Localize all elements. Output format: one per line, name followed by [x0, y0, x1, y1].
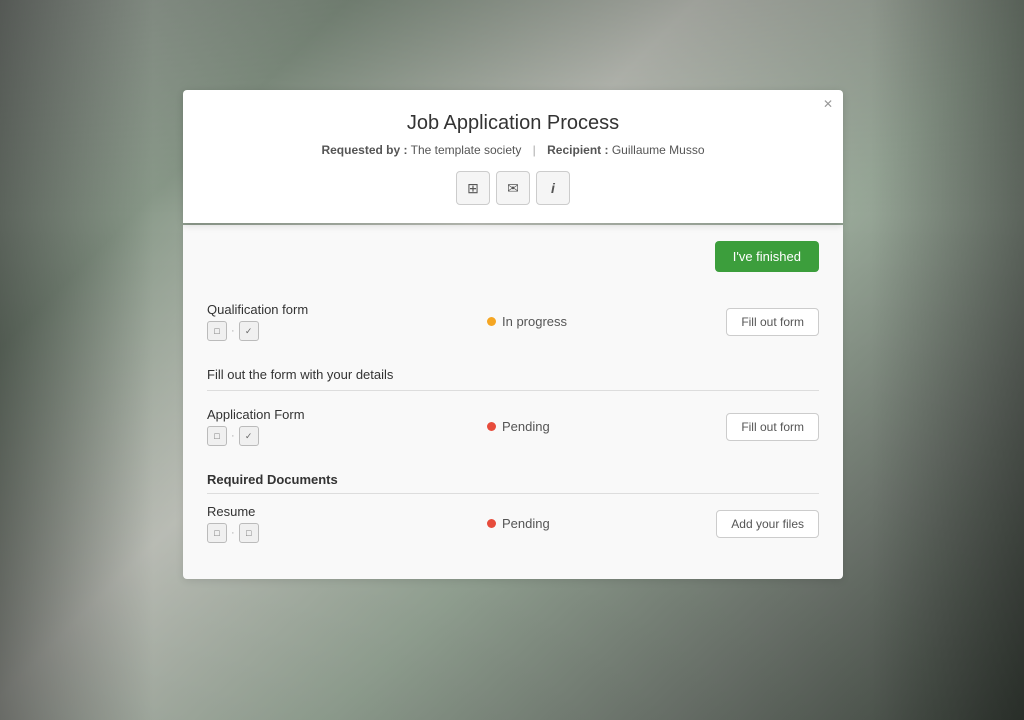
qualification-status-label: In progress: [502, 314, 567, 329]
application-status: Pending: [487, 419, 689, 434]
requested-by-label: Requested by :: [321, 143, 407, 157]
icon-sep-3: ·: [231, 527, 235, 539]
info-icon-button[interactable]: i: [536, 171, 570, 205]
application-fill-form-button[interactable]: Fill out form: [726, 413, 819, 441]
application-icon-1[interactable]: □: [207, 426, 227, 446]
qualification-form-left: Qualification form □ · ✓: [207, 302, 487, 341]
qualification-form-item: Qualification form □ · ✓ In progress Fil…: [207, 292, 819, 353]
application-status-label: Pending: [502, 419, 550, 434]
qualification-status-dot: [487, 317, 496, 326]
resume-icons: □ · □: [207, 523, 487, 543]
body-card: I've finished Qualification form □ · ✓ I…: [183, 225, 843, 579]
resume-icon-2[interactable]: □: [239, 523, 259, 543]
qualification-section-header: Fill out the form with your details: [207, 353, 819, 397]
modal-title: Job Application Process: [207, 112, 819, 135]
close-button[interactable]: ✕: [823, 98, 833, 110]
recipient-label: Recipient :: [547, 143, 608, 157]
requested-by-value: The template society: [411, 143, 522, 157]
modal-subtitle: Requested by : The template society | Re…: [207, 143, 819, 157]
resume-add-files-button[interactable]: Add your files: [716, 510, 819, 538]
resume-status: Pending: [487, 516, 689, 531]
qualification-form-label: Qualification form: [207, 302, 487, 317]
separator: |: [533, 143, 536, 157]
resume-label: Resume: [207, 504, 487, 519]
qualification-status: In progress: [487, 314, 689, 329]
application-form-label: Application Form: [207, 407, 487, 422]
application-form-item: Application Form □ · ✓ Pending Fill out …: [207, 397, 819, 458]
modal-wrapper: ✕ Job Application Process Requested by :…: [183, 90, 843, 579]
resume-left: Resume □ · □: [207, 504, 487, 543]
qualification-icon-2[interactable]: ✓: [239, 321, 259, 341]
qualification-section-description: Fill out the form with your details: [207, 367, 819, 382]
resume-item: Resume □ · □ Pending Add your files: [207, 494, 819, 555]
application-form-icons: □ · ✓: [207, 426, 487, 446]
qualification-action: Fill out form: [689, 308, 819, 336]
application-form-left: Application Form □ · ✓: [207, 407, 487, 446]
application-icon-2[interactable]: ✓: [239, 426, 259, 446]
icon-sep-1: ·: [231, 325, 235, 337]
recipient-value: Guillaume Musso: [612, 143, 705, 157]
resume-icon-1[interactable]: □: [207, 523, 227, 543]
qualification-fill-form-button[interactable]: Fill out form: [726, 308, 819, 336]
finished-btn-row: I've finished: [207, 241, 819, 272]
resume-status-dot: [487, 519, 496, 528]
application-action: Fill out form: [689, 413, 819, 441]
application-status-dot: [487, 422, 496, 431]
resume-action: Add your files: [689, 510, 819, 538]
qualification-icon-1[interactable]: □: [207, 321, 227, 341]
resume-status-label: Pending: [502, 516, 550, 531]
mail-icon-button[interactable]: ✉: [496, 171, 530, 205]
grid-icon-button[interactable]: ⊞: [456, 171, 490, 205]
qualification-divider: [207, 390, 819, 391]
icon-sep-2: ·: [231, 430, 235, 442]
icon-buttons-row: ⊞ ✉ i: [207, 171, 819, 205]
header-card: ✕ Job Application Process Requested by :…: [183, 90, 843, 223]
qualification-form-icons: □ · ✓: [207, 321, 487, 341]
required-documents-title: Required Documents: [207, 458, 819, 493]
finished-button[interactable]: I've finished: [715, 241, 819, 272]
